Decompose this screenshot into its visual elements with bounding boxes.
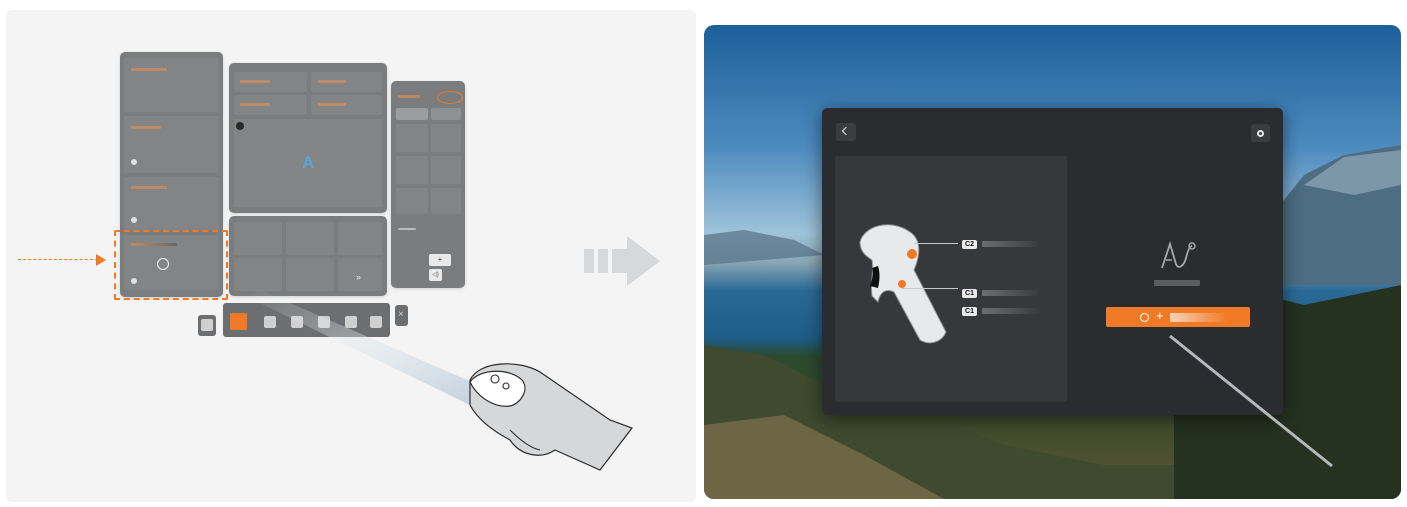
pointer-line <box>902 288 958 289</box>
button-label-c1: C1 <box>962 307 977 316</box>
controller-illustration <box>245 290 633 471</box>
transition-arrow <box>612 249 628 273</box>
controller-icon <box>859 224 947 344</box>
button-mapping-bar[interactable] <box>982 290 1038 296</box>
pointer-beam <box>245 290 490 405</box>
transition-arrow <box>584 249 594 273</box>
plus-icon: + <box>1156 308 1164 323</box>
transition-arrow <box>598 249 608 273</box>
pointer-line <box>914 243 958 244</box>
gear-icon <box>1257 130 1264 137</box>
pointer-ray <box>1169 334 1333 468</box>
placeholder-line <box>1154 280 1200 286</box>
button-label-c1: C1 <box>962 289 977 298</box>
transition-arrow-head <box>627 236 660 286</box>
gesture-path-icon <box>1161 241 1196 269</box>
button-label-c2: C2 <box>962 240 977 249</box>
button-mapping-bar[interactable] <box>982 241 1038 247</box>
button-mapping-bar[interactable] <box>982 308 1038 314</box>
button-label-placeholder <box>1170 313 1228 322</box>
circle-icon <box>1140 313 1149 322</box>
